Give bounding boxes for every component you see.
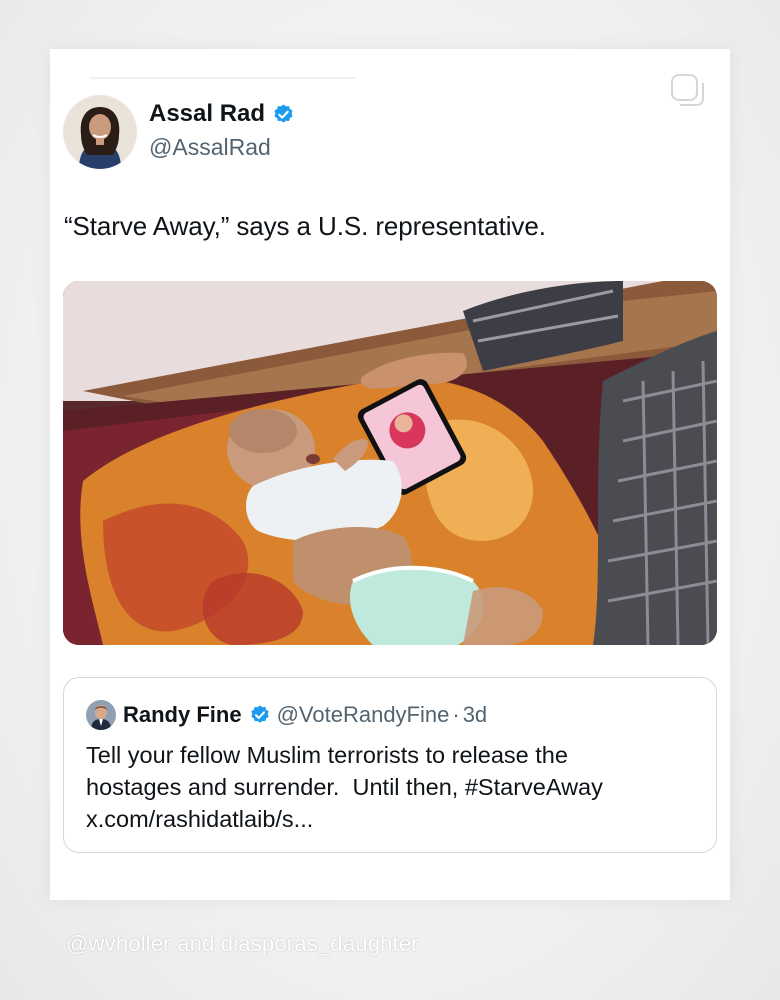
photo-illustration bbox=[63, 281, 717, 645]
verified-badge-icon bbox=[272, 103, 295, 126]
separator-dot: · bbox=[452, 702, 460, 727]
quoted-link[interactable]: x.com/rashidatlaib/s... bbox=[86, 803, 696, 835]
quoted-text-line: hostages and surrender. Until then, #Sta… bbox=[86, 774, 603, 800]
author-handle[interactable]: @AssalRad bbox=[149, 134, 271, 161]
verified-badge-icon bbox=[249, 704, 271, 726]
copy-icon bbox=[671, 74, 704, 106]
quoted-text-line: Tell your fellow Muslim terrorists to re… bbox=[86, 742, 568, 768]
quoted-text: Tell your fellow Muslim terrorists to re… bbox=[86, 739, 696, 835]
quoted-timestamp[interactable]: 3d bbox=[463, 702, 487, 728]
divider bbox=[90, 77, 355, 79]
avatar[interactable] bbox=[63, 95, 137, 169]
post-media-photo[interactable] bbox=[63, 281, 717, 645]
quoted-header: Randy Fine @VoteRandyFine · 3d bbox=[123, 702, 487, 728]
post-text: “Starve Away,” says a U.S. representativ… bbox=[64, 211, 546, 241]
quoted-avatar[interactable] bbox=[86, 700, 116, 730]
quoted-author-portrait bbox=[86, 700, 116, 730]
quoted-author-handle[interactable]: @VoteRandyFine bbox=[277, 702, 450, 728]
author-name[interactable]: Assal Rad bbox=[149, 100, 295, 128]
author-portrait bbox=[63, 95, 137, 169]
author-name-text: Assal Rad bbox=[149, 100, 266, 127]
quoted-author-name[interactable]: Randy Fine bbox=[123, 702, 242, 728]
watermark: @wvholler and diasporas_daughter bbox=[66, 931, 419, 956]
quoted-post[interactable]: Randy Fine @VoteRandyFine · 3d Tell your… bbox=[63, 677, 717, 853]
copy-button[interactable] bbox=[670, 73, 706, 109]
